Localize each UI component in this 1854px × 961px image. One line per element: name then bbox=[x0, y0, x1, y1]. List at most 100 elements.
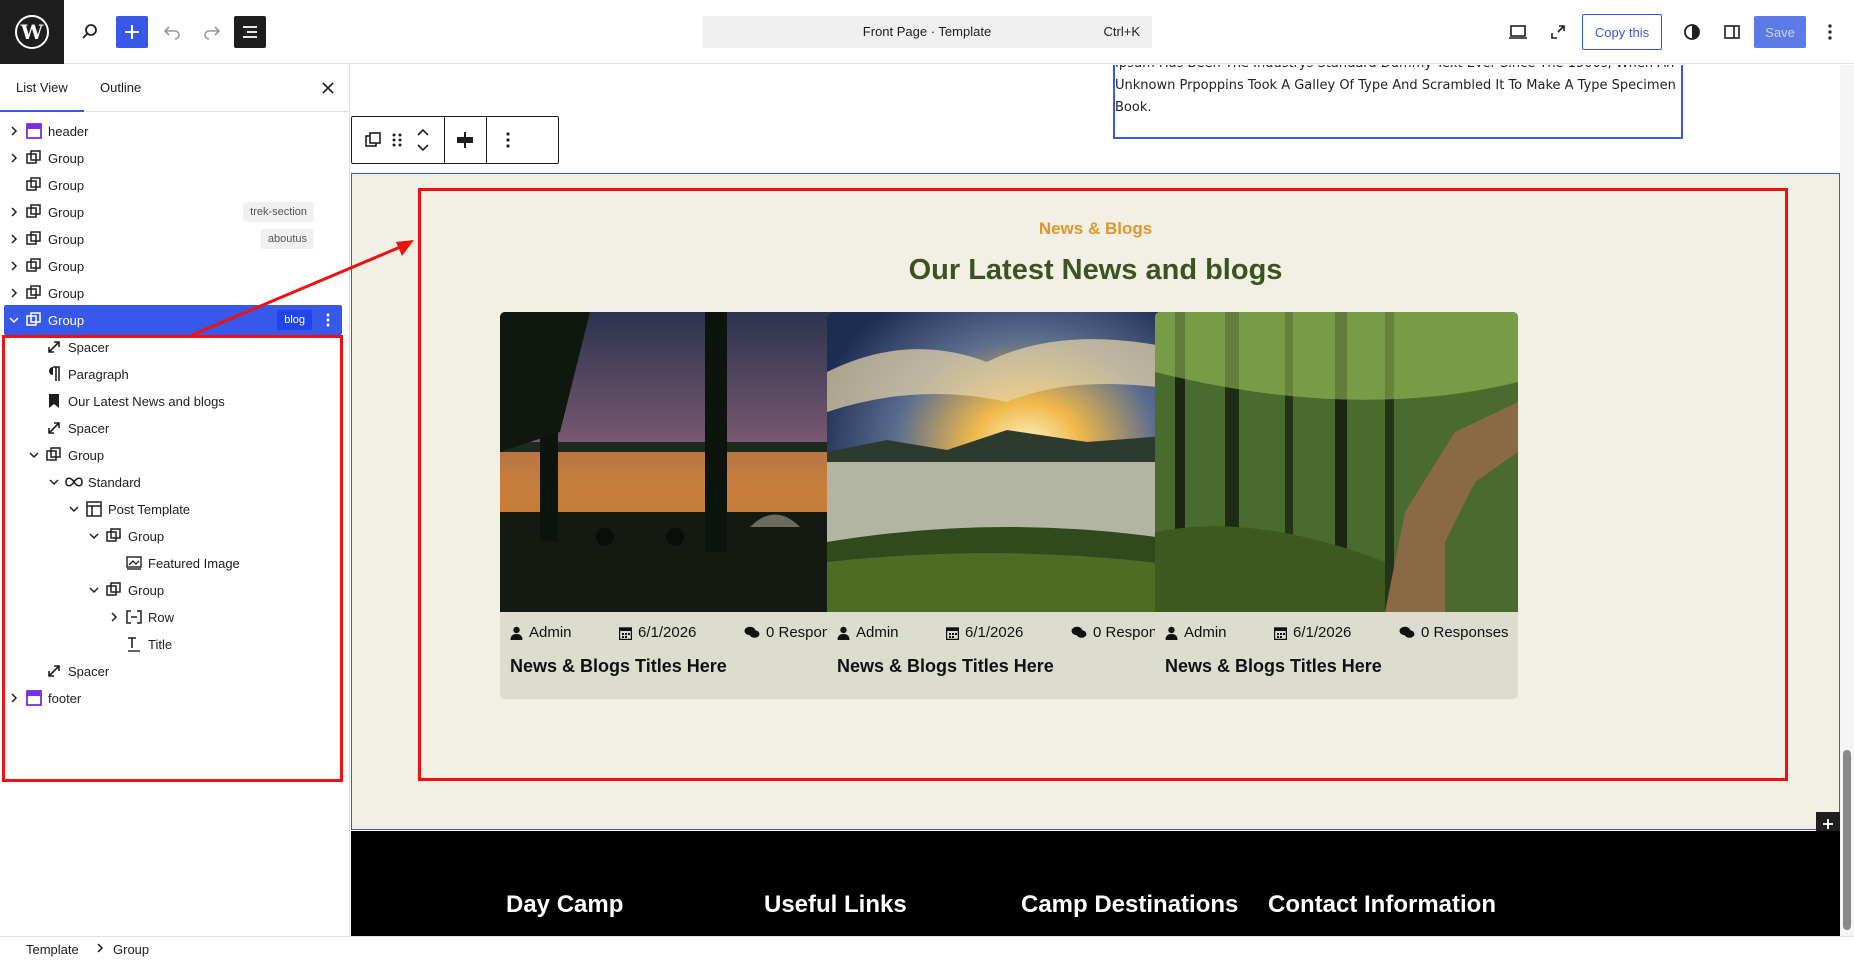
footer-template-part[interactable]: Day Camp Useful Links Camp Destinations … bbox=[351, 831, 1840, 936]
featured-image[interactable] bbox=[500, 312, 863, 612]
user-icon bbox=[1165, 626, 1178, 640]
editor-top-bar: W Front Page · Template Ctrl+K Copy this… bbox=[0, 0, 1854, 64]
footer-heading[interactable]: Camp Destinations bbox=[1021, 891, 1238, 919]
canvas-scrollbar[interactable] bbox=[1840, 65, 1854, 936]
post-date-text: 6/1/2026 bbox=[638, 624, 697, 641]
post-card[interactable]: Admin 6/1/2026 0 Responses News & Blogs … bbox=[500, 312, 863, 699]
redo-button[interactable] bbox=[196, 16, 228, 48]
wordpress-icon: W bbox=[15, 15, 49, 49]
more-vertical-icon bbox=[506, 132, 510, 148]
block-options-button[interactable] bbox=[487, 117, 529, 163]
post-author-text: Admin bbox=[529, 624, 572, 641]
list-view-item-label: Group bbox=[48, 258, 85, 274]
list-view-item-label: header bbox=[48, 123, 89, 139]
command-center-shortcut: Ctrl+K bbox=[1103, 24, 1140, 39]
block-inserter-button[interactable] bbox=[116, 16, 148, 48]
document-overview-button[interactable] bbox=[234, 16, 266, 48]
comments-icon bbox=[1071, 626, 1087, 638]
block-type-button[interactable] bbox=[362, 117, 384, 163]
group-icon bbox=[24, 229, 44, 249]
list-view-item-group[interactable]: Group bbox=[4, 251, 342, 281]
close-sidebar-button[interactable] bbox=[316, 76, 340, 100]
post-title[interactable]: News & Blogs Titles Here bbox=[1165, 656, 1382, 677]
anchor-badge: blog bbox=[277, 310, 312, 330]
post-author[interactable]: Admin bbox=[837, 624, 899, 641]
move-up-down-button[interactable] bbox=[412, 117, 434, 163]
list-view-item-label: Group bbox=[48, 312, 85, 328]
post-title[interactable]: News & Blogs Titles Here bbox=[510, 656, 727, 677]
post-card[interactable]: Admin 6/1/2026 0 Responses News & Blogs … bbox=[827, 312, 1190, 699]
paragraph-line: Book. bbox=[1115, 100, 1152, 115]
drag-handle[interactable] bbox=[388, 117, 406, 163]
section-eyebrow[interactable]: News & Blogs bbox=[352, 219, 1839, 239]
desktop-icon bbox=[1509, 25, 1527, 39]
copy-this-button[interactable]: Copy this bbox=[1582, 14, 1662, 50]
device-preview-button[interactable] bbox=[1502, 16, 1534, 48]
footer-heading[interactable]: Useful Links bbox=[764, 891, 907, 919]
list-view-item-group[interactable]: Group bbox=[4, 278, 342, 308]
post-title[interactable]: News & Blogs Titles Here bbox=[837, 656, 1054, 677]
svg-text:W: W bbox=[20, 20, 44, 44]
command-center[interactable]: Front Page · Template Ctrl+K bbox=[702, 16, 1152, 48]
block-breadcrumb: Template Group bbox=[0, 936, 1854, 961]
list-view-item-group[interactable]: Group bbox=[4, 170, 342, 200]
post-date[interactable]: 6/1/2026 bbox=[946, 624, 1023, 641]
post-date[interactable]: 6/1/2026 bbox=[619, 624, 696, 641]
chevron-right-icon[interactable] bbox=[6, 204, 22, 220]
sidebar-toggle-icon bbox=[1724, 25, 1740, 39]
previous-section-paragraph[interactable]: Ipsum Has Been The Industrys Standard Du… bbox=[1113, 65, 1683, 139]
editor-canvas[interactable]: Ipsum Has Been The Industrys Standard Du… bbox=[351, 65, 1840, 936]
list-view-item-group[interactable]: Group trek-section bbox=[4, 197, 342, 227]
save-button[interactable]: Save bbox=[1754, 16, 1806, 48]
item-options-button[interactable] bbox=[320, 310, 336, 330]
list-view-item-header[interactable]: header bbox=[4, 116, 342, 146]
list-view-item-group[interactable]: Group bbox=[4, 143, 342, 173]
list-view-item-label: Group bbox=[48, 150, 85, 166]
post-author[interactable]: Admin bbox=[1165, 624, 1227, 641]
chevron-right-icon[interactable] bbox=[6, 150, 22, 166]
group-icon bbox=[24, 256, 44, 276]
settings-panel-button[interactable] bbox=[1716, 16, 1748, 48]
tab-outline[interactable]: Outline bbox=[100, 80, 141, 95]
section-heading[interactable]: Our Latest News and blogs bbox=[352, 254, 1839, 287]
group-icon bbox=[24, 148, 44, 168]
calendar-icon bbox=[1274, 626, 1287, 640]
blog-group-block[interactable]: News & Blogs Our Latest News and blogs A… bbox=[351, 173, 1840, 836]
chevron-right-icon[interactable] bbox=[6, 231, 22, 247]
scrollbar-thumb[interactable] bbox=[1843, 750, 1851, 930]
post-comments[interactable]: 0 Responses bbox=[1399, 624, 1509, 641]
featured-image[interactable] bbox=[1155, 312, 1518, 612]
featured-image[interactable] bbox=[827, 312, 1190, 612]
align-center-icon bbox=[457, 132, 473, 148]
view-external-button[interactable] bbox=[1542, 16, 1574, 48]
list-view-item-group[interactable]: Group blog bbox=[4, 305, 342, 335]
wordpress-logo-button[interactable]: W bbox=[0, 0, 64, 64]
justify-align-button[interactable] bbox=[445, 117, 485, 163]
post-card[interactable]: Admin 6/1/2026 0 Responses News & Blogs … bbox=[1155, 312, 1518, 699]
chevron-down-icon[interactable] bbox=[6, 312, 22, 328]
tab-list-view[interactable]: List View bbox=[0, 80, 84, 112]
comments-icon bbox=[744, 626, 760, 638]
post-author[interactable]: Admin bbox=[510, 624, 572, 641]
search-button[interactable] bbox=[74, 16, 106, 48]
post-date-text: 6/1/2026 bbox=[1293, 624, 1352, 641]
footer-heading[interactable]: Contact Information bbox=[1268, 891, 1496, 919]
chevron-right-icon[interactable] bbox=[6, 123, 22, 139]
post-date[interactable]: 6/1/2026 bbox=[1274, 624, 1351, 641]
user-icon bbox=[837, 626, 850, 640]
comments-icon bbox=[1399, 626, 1415, 638]
options-menu-button[interactable] bbox=[1814, 16, 1846, 48]
chevron-right-icon[interactable] bbox=[6, 285, 22, 301]
group-icon bbox=[24, 202, 44, 222]
post-comments-text: 0 Responses bbox=[1421, 624, 1509, 641]
group-icon bbox=[24, 283, 44, 303]
styles-button[interactable] bbox=[1676, 16, 1708, 48]
chevron-right-icon[interactable] bbox=[6, 258, 22, 274]
group-icon bbox=[365, 132, 381, 147]
breadcrumb-item[interactable]: Template bbox=[26, 942, 79, 957]
footer-heading[interactable]: Day Camp bbox=[506, 891, 623, 919]
breadcrumb-item[interactable]: Group bbox=[113, 942, 149, 957]
undo-button[interactable] bbox=[156, 16, 188, 48]
list-view-item-group[interactable]: Group aboutus bbox=[4, 224, 342, 254]
list-view-item-label: Group bbox=[48, 285, 85, 301]
